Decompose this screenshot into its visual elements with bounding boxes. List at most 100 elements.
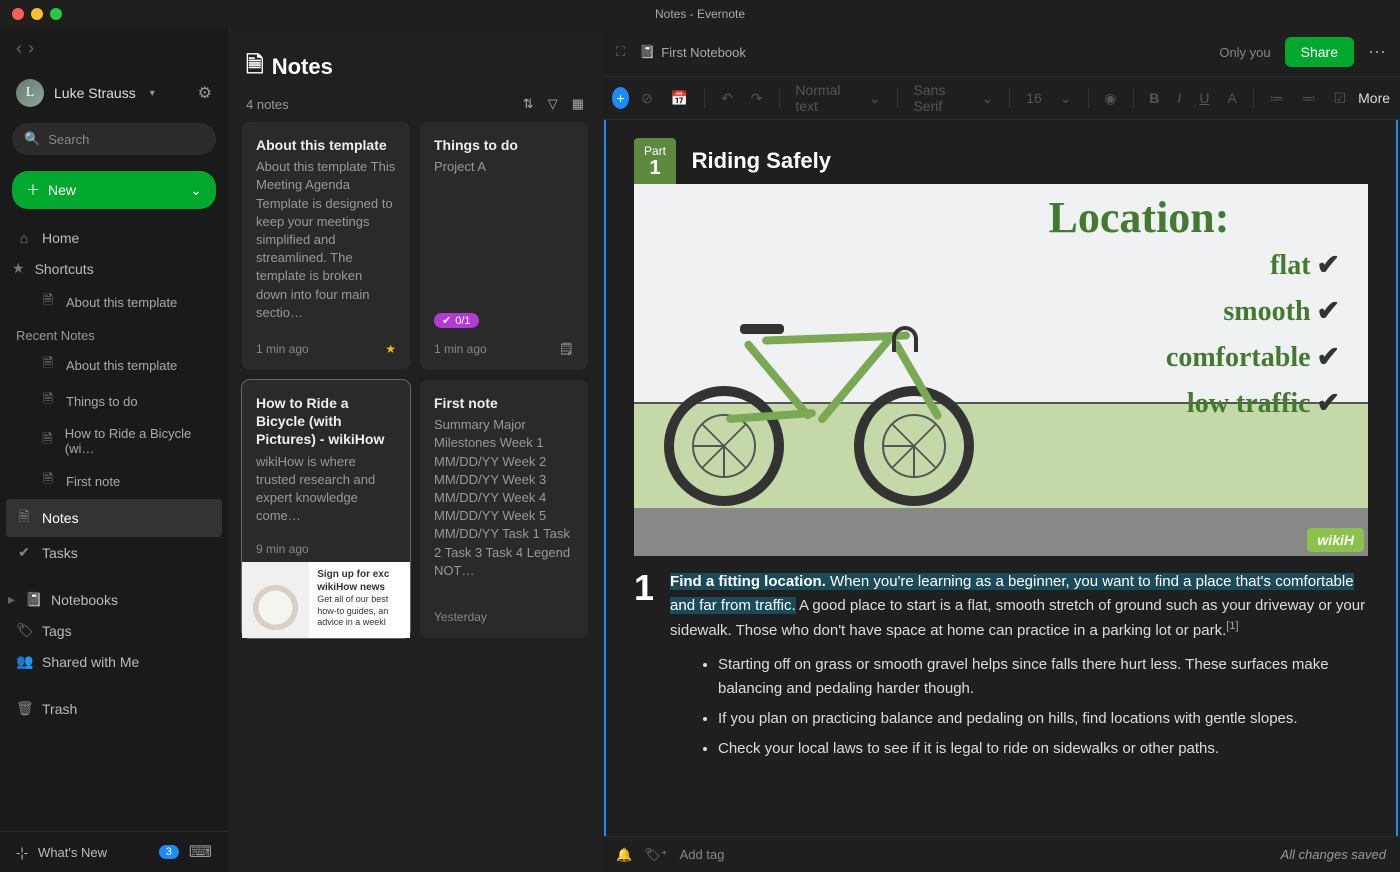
card-title: About this template	[256, 136, 396, 154]
highlight-icon[interactable]: A	[1221, 86, 1242, 110]
whats-new-badge: 3	[159, 845, 179, 859]
notebook-selector[interactable]: 📓 First Notebook	[639, 44, 746, 60]
check-circle-icon: ✔	[16, 544, 32, 561]
part-number: 1	[644, 158, 666, 178]
bullet-list-icon[interactable]: ≔	[1264, 86, 1290, 111]
sidebar-item-label: Tags	[42, 623, 72, 639]
plus-icon: ＋	[26, 180, 40, 200]
toolbar-more-button[interactable]: More	[1358, 90, 1390, 106]
card-title: Things to do	[434, 136, 574, 154]
bullet-item: Starting off on grass or smooth gravel h…	[718, 653, 1368, 701]
avatar: L	[16, 79, 44, 107]
star-icon: ★	[385, 342, 396, 356]
card-time: 1 min ago	[256, 342, 309, 356]
redo-button[interactable]: ↷	[745, 86, 769, 111]
checklist-icon[interactable]: ☑	[1328, 86, 1353, 111]
notes-count: 4 notes	[246, 97, 289, 112]
view-toggle-icon[interactable]: ▦	[572, 96, 584, 112]
loc-item-text: low traffic	[1187, 388, 1311, 419]
sidebar-item-notes[interactable]: 🗎 Notes	[6, 499, 222, 537]
shortcut-item[interactable]: 🗎 About this template	[0, 284, 228, 320]
numbered-list-icon[interactable]: ≕	[1296, 86, 1322, 111]
undo-button[interactable]: ↶	[715, 86, 739, 111]
window-title: Notes - Evernote	[655, 7, 745, 21]
card-time: 9 min ago	[256, 542, 309, 556]
expand-icon[interactable]: ⛶	[616, 44, 625, 60]
note-icon: 🗎	[40, 470, 56, 492]
sidebar-item-notebooks[interactable]: ▸ 📓 Notebooks	[0, 584, 228, 615]
note-card[interactable]: About this template About this template …	[242, 122, 410, 370]
note-card[interactable]: First note Summary Major Milestones Week…	[420, 380, 588, 638]
sidebar-item-label: About this template	[66, 295, 177, 310]
card-excerpt: About this template This Meeting Agenda …	[256, 158, 396, 334]
bold-button[interactable]: B	[1143, 86, 1165, 110]
user-name: Luke Strauss	[54, 85, 136, 101]
task-progress-pill: ✔ 0/1	[434, 313, 479, 328]
search-input[interactable]: 🔍 Search	[12, 123, 216, 155]
sidebar-item-tags[interactable]: 🏷 Tags	[0, 615, 228, 646]
nav-back-button[interactable]: ‹	[16, 38, 22, 59]
close-window-button[interactable]	[12, 8, 24, 20]
part-badge: Part 1	[634, 138, 676, 184]
sidebar-item-tasks[interactable]: ✔ Tasks	[0, 537, 228, 568]
more-menu-icon[interactable]: ⋯	[1368, 42, 1386, 63]
notes-list-column: 🗎 Notes 4 notes ⇅ ▽ ▦ About this templat…	[228, 28, 602, 872]
note-icon: 🗎	[40, 390, 56, 412]
insert-button[interactable]: +	[612, 87, 629, 109]
illustration-title: Location:	[934, 192, 1344, 243]
visibility-label[interactable]: Only you	[1219, 45, 1270, 60]
new-note-button[interactable]: ＋ New ⌄	[12, 171, 216, 209]
italic-button[interactable]: I	[1171, 86, 1187, 110]
text-color-icon[interactable]: ◉	[1098, 86, 1122, 111]
loc-item-text: smooth	[1223, 296, 1310, 327]
people-icon: 👥	[16, 653, 32, 670]
add-tag-button[interactable]: Add tag	[680, 847, 725, 862]
loc-item-text: comfortable	[1166, 342, 1311, 373]
settings-gear-icon[interactable]: ⚙	[198, 83, 212, 103]
recent-note-item[interactable]: 🗎 Things to do	[0, 383, 228, 419]
sort-icon[interactable]: ⇅	[523, 96, 534, 112]
nav-forward-button[interactable]: ›	[28, 38, 34, 59]
sidebar-item-label: Tasks	[42, 545, 78, 561]
filter-icon[interactable]: ▽	[548, 96, 558, 112]
paragraph-style-select[interactable]: Normal text	[789, 78, 857, 118]
reminder-bell-icon[interactable]: 🔔	[616, 847, 632, 863]
step-body-text: Find a fitting location. When you're lea…	[670, 570, 1368, 643]
whats-new-link[interactable]: What's New	[38, 845, 107, 860]
calendar-icon[interactable]: 📅	[665, 86, 694, 111]
part-label: Part	[644, 144, 666, 158]
share-button[interactable]: Share	[1285, 37, 1354, 67]
note-card[interactable]: How to Ride a Bicycle (with Pictures) - …	[242, 380, 410, 638]
recent-note-item[interactable]: 🗎 First note	[0, 463, 228, 499]
editor-content[interactable]: Part 1 Riding Safely Location: flat✔ smo…	[604, 120, 1398, 836]
sidebar-item-trash[interactable]: 🗑 Trash	[0, 693, 228, 724]
wikihow-logo: wikiH	[1307, 528, 1364, 552]
keyboard-icon[interactable]: ⌨	[189, 842, 212, 862]
sidebar-item-label: Trash	[42, 701, 77, 717]
card-title: First note	[434, 394, 574, 412]
recent-note-item[interactable]: 🗎 How to Ride a Bicycle (wi…	[0, 419, 228, 463]
editor-column: ⛶ 📓 First Notebook Only you Share ⋯ + ⊘ …	[602, 28, 1400, 872]
editor-header: ⛶ 📓 First Notebook Only you Share ⋯	[602, 28, 1400, 76]
task-icon[interactable]: ⊘	[635, 86, 659, 111]
minimize-window-button[interactable]	[31, 8, 43, 20]
sidebar-item-label: Notebooks	[51, 592, 118, 608]
sidebar-item-label: About this template	[66, 358, 177, 373]
note-icon: 🗎	[40, 430, 55, 452]
chevron-down-icon: ⌄	[863, 86, 887, 111]
font-family-select[interactable]: Sans Serif	[907, 78, 969, 118]
maximize-window-button[interactable]	[50, 8, 62, 20]
chevron-down-icon: ⌄	[190, 182, 202, 199]
underline-button[interactable]: U	[1193, 86, 1215, 110]
sidebar-item-home[interactable]: ⌂ Home	[0, 223, 228, 253]
recent-note-item[interactable]: 🗎 About this template	[0, 347, 228, 383]
sidebar-item-label: Things to do	[66, 394, 138, 409]
font-size-select[interactable]: 16	[1020, 86, 1048, 110]
account-menu[interactable]: L Luke Strauss ▾ ⚙	[0, 73, 228, 113]
add-tag-icon[interactable]: 🏷⁺	[644, 847, 667, 863]
sidebar-item-shortcuts[interactable]: ★ Shortcuts	[0, 253, 228, 284]
bullet-item: Check your local laws to see if it is le…	[718, 737, 1368, 761]
sidebar-item-shared[interactable]: 👥 Shared with Me	[0, 646, 228, 677]
note-card[interactable]: Things to do Project A ✔ 0/1 1 min ago 🗒	[420, 122, 588, 370]
step-number: 1	[634, 570, 654, 643]
